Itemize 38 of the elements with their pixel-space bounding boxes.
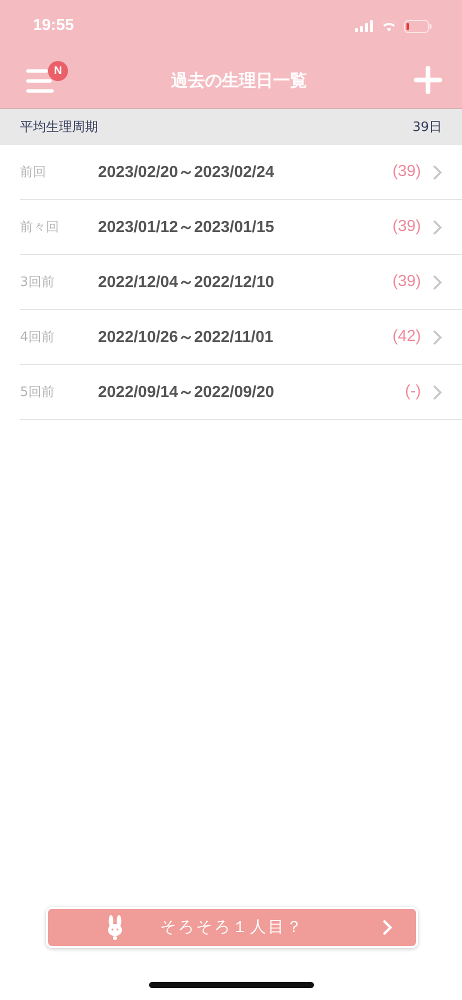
period-label: 5回前	[20, 384, 56, 401]
menu-icon	[26, 69, 54, 93]
screen-title: 過去の生理日一覧	[171, 70, 307, 92]
period-range: 2023/01/12～2023/01/15	[98, 218, 276, 238]
chevron-right-icon	[433, 330, 442, 344]
cycle-length: (42)	[392, 328, 421, 346]
period-row[interactable]: 5回前 2022/09/14～2022/09/20 (-)	[20, 365, 462, 420]
period-row[interactable]: 3回前 2022/12/04～2022/12/10 (39)	[20, 255, 462, 310]
period-label: 前々回	[20, 219, 60, 236]
rabbit-icon	[106, 914, 124, 940]
period-row[interactable]: 前々回 2023/01/12～2023/01/15 (39)	[20, 200, 462, 255]
chevron-right-icon	[433, 384, 442, 400]
period-range: 2022/12/04～2022/12/10	[98, 272, 276, 292]
chevron-right-icon	[383, 920, 392, 935]
chevron-right-icon	[433, 274, 442, 290]
plus-icon	[414, 66, 442, 94]
status-time: 19:55	[33, 17, 74, 35]
period-row[interactable]: 4回前 2022/10/26～2022/11/01 (42)	[20, 310, 462, 365]
cycle-length: (39)	[392, 218, 421, 236]
battery-icon	[404, 20, 432, 32]
period-row[interactable]: 前回 2023/02/20～2023/02/24 (39)	[20, 145, 462, 200]
signal-icon	[355, 20, 374, 32]
cycle-length: (39)	[392, 273, 421, 291]
summary-label: 平均生理周期	[20, 119, 98, 136]
wifi-icon	[381, 20, 397, 32]
chevron-right-icon	[433, 164, 442, 180]
add-button[interactable]	[414, 66, 442, 94]
period-label: 前回	[20, 164, 47, 181]
period-range: 2023/02/20～2023/02/24	[98, 162, 276, 182]
cycle-length: (39)	[392, 163, 421, 181]
chevron-right-icon	[433, 220, 442, 234]
period-range: 2022/09/14～2022/09/20	[98, 382, 276, 402]
cycle-length: (-)	[405, 383, 421, 401]
summary-value: 39日	[412, 119, 442, 136]
notification-badge: N	[48, 61, 68, 81]
period-label: 3回前	[20, 274, 56, 291]
period-label: 4回前	[20, 329, 56, 346]
period-range: 2022/10/26～2022/11/01	[98, 328, 274, 348]
